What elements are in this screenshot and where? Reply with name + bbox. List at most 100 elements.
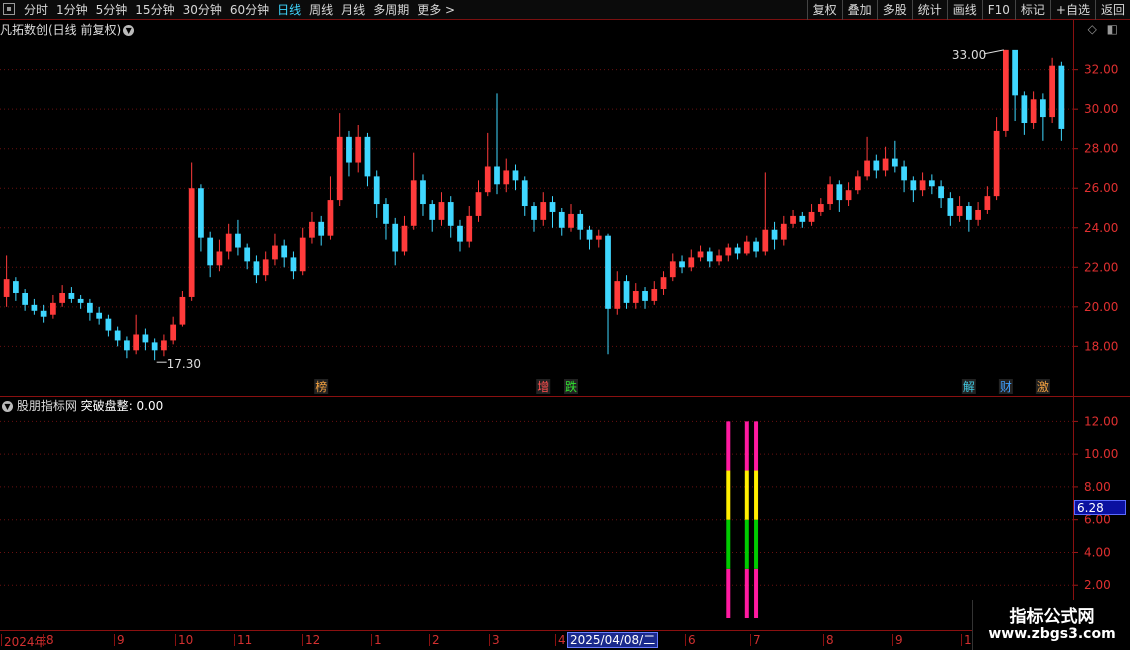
candle-body[interactable] (891, 158, 898, 167)
candle-body[interactable] (207, 237, 214, 266)
candle-body[interactable] (808, 211, 815, 222)
toolbar-button-6[interactable]: 标记 (1014, 0, 1050, 20)
candle-body[interactable] (688, 257, 695, 268)
candle-body[interactable] (410, 180, 417, 226)
tab-period-0[interactable]: 分时 (20, 0, 52, 20)
candle-body[interactable] (512, 170, 519, 181)
candle-body[interactable] (494, 166, 500, 185)
candle-body[interactable] (568, 213, 574, 228)
candle-body[interactable] (743, 241, 750, 254)
tab-period-10[interactable]: 更多 > (413, 0, 459, 20)
candle-body[interactable] (780, 223, 787, 240)
toolbar-button-5[interactable]: F10 (981, 0, 1015, 20)
candle-body[interactable] (235, 233, 241, 248)
candle-body[interactable] (1049, 65, 1055, 118)
candle-body[interactable] (13, 281, 19, 293)
candle-body[interactable] (790, 215, 796, 224)
candle-body[interactable] (586, 229, 593, 240)
candle-body[interactable] (725, 247, 732, 256)
candle-body[interactable] (105, 318, 112, 331)
event-tag[interactable]: 解 (963, 380, 975, 394)
candle-body[interactable] (272, 245, 278, 260)
candle-body[interactable] (660, 277, 667, 290)
candle-body[interactable] (40, 310, 47, 317)
candle-body[interactable] (355, 136, 362, 163)
candle-body[interactable] (346, 136, 352, 163)
tab-period-4[interactable]: 30分钟 (179, 0, 226, 20)
candle-body[interactable] (864, 160, 870, 177)
candle-body[interactable] (151, 342, 158, 351)
candle-body[interactable] (956, 206, 963, 216)
candle-body[interactable] (253, 261, 260, 276)
candle-body[interactable] (31, 304, 38, 311)
candle-body[interactable] (290, 257, 297, 272)
candle-body[interactable] (706, 251, 713, 262)
candle-body[interactable] (161, 340, 167, 351)
candle-body[interactable] (198, 188, 204, 238)
candle-body[interactable] (401, 225, 408, 252)
candle-body[interactable] (771, 229, 778, 240)
candle-body[interactable] (614, 281, 621, 309)
diamond-icon[interactable]: ◇ (1088, 22, 1097, 36)
candle-body[interactable] (3, 279, 10, 297)
candle-body[interactable] (466, 215, 473, 242)
tab-period-1[interactable]: 1分钟 (52, 0, 92, 20)
candle-body[interactable] (87, 302, 93, 313)
candle-body[interactable] (753, 241, 759, 252)
candle-body[interactable] (420, 180, 426, 205)
candle-body[interactable] (836, 184, 843, 201)
candle-body[interactable] (984, 196, 991, 210)
candle-body[interactable] (595, 235, 602, 240)
tab-period-8[interactable]: 月线 (337, 0, 369, 20)
tab-period-9[interactable]: 多周期 (369, 0, 413, 20)
candle-body[interactable] (364, 136, 371, 177)
candle-body[interactable] (901, 166, 907, 181)
candle-body[interactable] (1021, 95, 1028, 124)
candle-body[interactable] (531, 206, 537, 220)
candle-body[interactable] (124, 340, 130, 351)
event-tag[interactable]: 跌 (565, 379, 577, 394)
toolbar-button-1[interactable]: 叠加 (841, 0, 877, 20)
candle-body[interactable] (965, 206, 972, 220)
toolbar-button-3[interactable]: 统计 (911, 0, 947, 20)
toolbar-button-7[interactable]: +自选 (1049, 0, 1095, 20)
candle-body[interactable] (827, 184, 833, 205)
candle-body[interactable] (928, 180, 935, 187)
candle-body[interactable] (336, 136, 343, 201)
toolbar-button-2[interactable]: 多股 (876, 0, 912, 20)
candle-body[interactable] (68, 292, 75, 299)
candle-body[interactable] (457, 225, 463, 242)
event-tag[interactable]: 激 (1037, 380, 1049, 394)
candle-body[interactable] (817, 204, 824, 212)
candle-body[interactable] (225, 233, 232, 252)
layout-icon[interactable] (3, 3, 15, 15)
indicator-chart[interactable] (0, 397, 1074, 630)
candle-body[interactable] (392, 223, 399, 252)
candle-body[interactable] (188, 188, 195, 297)
candle-body[interactable] (669, 261, 676, 278)
candle-body[interactable] (919, 180, 926, 191)
candle-body[interactable] (882, 158, 889, 171)
candle-body[interactable] (993, 130, 1000, 197)
tab-period-6[interactable]: 日线 (273, 0, 305, 20)
tab-period-2[interactable]: 5分钟 (92, 0, 132, 20)
candle-body[interactable] (475, 192, 482, 216)
candle-body[interactable] (947, 198, 954, 216)
toolbar-button-4[interactable]: 画线 (946, 0, 982, 20)
candle-body[interactable] (873, 160, 880, 171)
candle-body[interactable] (216, 251, 223, 266)
candle-body[interactable] (309, 221, 315, 238)
candle-body[interactable] (142, 334, 149, 343)
candle-body[interactable] (447, 202, 454, 226)
candle-body[interactable] (1012, 49, 1018, 96)
candle-body[interactable] (170, 324, 177, 341)
event-tag[interactable]: 榜 (315, 379, 327, 394)
candle-body[interactable] (503, 170, 510, 185)
candle-body[interactable] (734, 247, 741, 254)
candle-body[interactable] (577, 213, 584, 230)
candle-body[interactable] (1030, 99, 1037, 124)
candle-body[interactable] (262, 259, 269, 276)
candle-body[interactable] (1040, 99, 1046, 118)
candle-body[interactable] (179, 296, 186, 325)
candle-body[interactable] (429, 204, 436, 220)
